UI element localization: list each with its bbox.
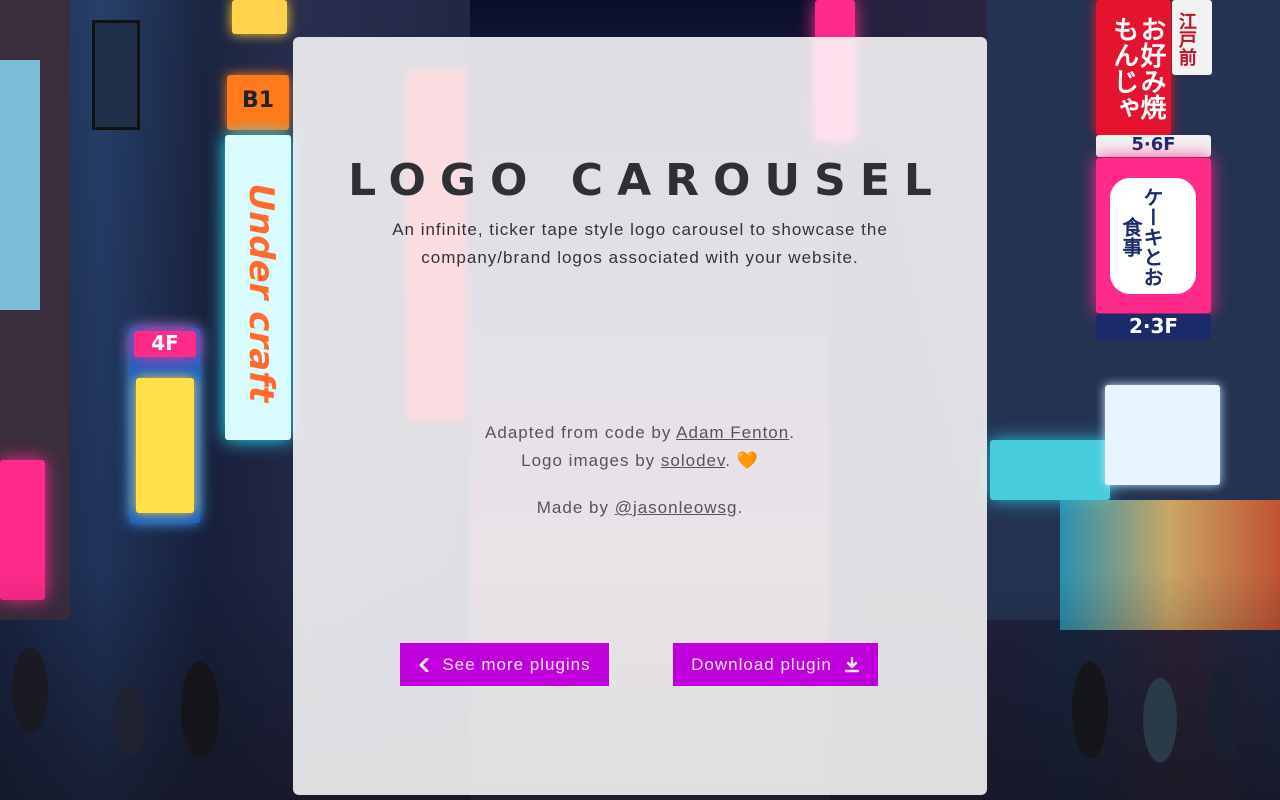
see-more-plugins-label: See more plugins	[442, 654, 591, 674]
credit-images-prefix: Logo images by	[521, 451, 661, 470]
sign-right-cyan	[990, 440, 1110, 500]
info-card: LOGO CAROUSEL An infinite, ticker tape s…	[293, 37, 987, 795]
see-more-plugins-button[interactable]: See more plugins	[400, 643, 609, 686]
sign-23f: 2·3F	[1096, 314, 1211, 340]
sign-edomae: 江戸前	[1172, 0, 1212, 75]
credit-images: Logo images by solodev. 🧡	[293, 447, 987, 475]
download-plugin-label: Download plugin	[691, 654, 832, 674]
sign-under-craft: Under craft	[225, 135, 291, 440]
credit-adapted: Adapted from code by Adam Fenton.	[293, 419, 987, 447]
left-window-panel	[0, 60, 40, 310]
sign-cake: ケーキとお食事	[1096, 158, 1211, 313]
adam-fenton-link[interactable]: Adam Fenton	[676, 423, 789, 442]
credit-adapted-prefix: Adapted from code by	[485, 423, 677, 442]
sign-56f: 5·6F	[1096, 135, 1211, 157]
made-by: Made by @jasonleowsg.	[293, 494, 987, 522]
chevron-left-icon	[418, 657, 430, 672]
sign-cake-inner: ケーキとお食事	[1110, 178, 1196, 294]
sign-b1: B1	[227, 75, 289, 130]
credit-adapted-suffix: .	[789, 423, 795, 442]
download-plugin-button[interactable]: Download plugin	[673, 643, 878, 686]
sign-4f-yellow	[136, 378, 194, 513]
sign-right-white	[1105, 385, 1220, 485]
page-title: LOGO CAROUSEL	[348, 155, 946, 206]
made-by-suffix: .	[737, 498, 744, 517]
made-by-prefix: Made by	[536, 498, 615, 517]
dark-window	[92, 20, 140, 130]
credit-images-suffix: .	[725, 451, 737, 470]
download-icon	[844, 656, 860, 673]
sign-top-left	[232, 0, 287, 34]
page-description: An infinite, ticker tape style logo caro…	[392, 220, 888, 267]
author-link[interactable]: @jasonleowsg	[615, 498, 738, 517]
solodev-link[interactable]: solodev	[661, 451, 725, 470]
sign-okonomiyaki: お好み焼もんじゃ	[1096, 0, 1171, 135]
sign-4f: 4F	[130, 328, 200, 523]
credits: Adapted from code by Adam Fenton. Logo i…	[293, 419, 987, 475]
sign-4f-label: 4F	[134, 331, 196, 357]
heart-icon: 🧡	[736, 451, 759, 470]
